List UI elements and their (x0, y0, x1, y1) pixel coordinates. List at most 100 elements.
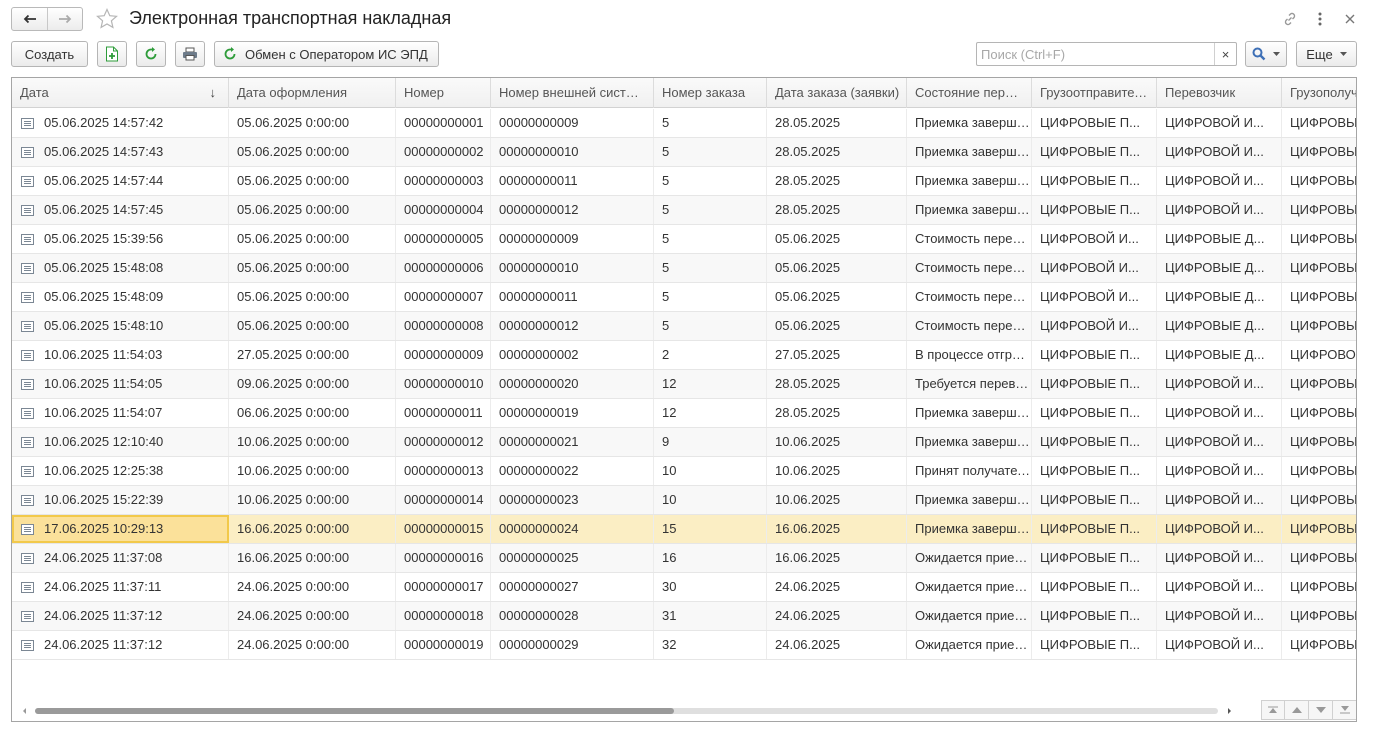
cell-transport-state[interactable]: Требуется перевозка (907, 370, 1032, 398)
documents-table[interactable]: Дата ↓ Дата оформления Номер Номер внешн… (11, 77, 1357, 722)
cell-order-date[interactable]: 16.06.2025 (767, 515, 907, 543)
cell-order-number[interactable]: 5 (654, 167, 767, 195)
cell-registration-date[interactable]: 24.06.2025 0:00:00 (229, 631, 396, 659)
cell-date[interactable]: 24.06.2025 11:37:12 (12, 602, 229, 630)
cell-registration-date[interactable]: 05.06.2025 0:00:00 (229, 138, 396, 166)
cell-date[interactable]: 24.06.2025 11:37:08 (12, 544, 229, 572)
cell-date[interactable]: 10.06.2025 11:54:03 (12, 341, 229, 369)
cell-number[interactable]: 00000000018 (396, 602, 491, 630)
column-header-date[interactable]: Дата ↓ (12, 78, 229, 108)
table-row[interactable]: 05.06.2025 15:39:56 05.06.2025 0:00:00 000… (12, 225, 1356, 254)
create-button[interactable]: Создать (11, 41, 88, 67)
cell-transport-state[interactable]: Ожидается приемка (907, 631, 1032, 659)
cell-date[interactable]: 05.06.2025 15:48:10 (12, 312, 229, 340)
cell-order-date[interactable]: 24.06.2025 (767, 631, 907, 659)
cell-order-number[interactable]: 5 (654, 196, 767, 224)
cell-consignee[interactable]: ЦИФРОВЫЕ (1282, 283, 1356, 311)
cell-carrier[interactable]: ЦИФРОВЫЕ Д... (1157, 341, 1282, 369)
cell-order-number[interactable]: 5 (654, 225, 767, 253)
column-header-number[interactable]: Номер (396, 78, 491, 108)
cell-external-number[interactable]: 00000000011 (491, 283, 654, 311)
cell-external-number[interactable]: 00000000009 (491, 225, 654, 253)
cell-carrier[interactable]: ЦИФРОВЫЕ Д... (1157, 312, 1282, 340)
cell-order-date[interactable]: 10.06.2025 (767, 486, 907, 514)
cell-shipper[interactable]: ЦИФРОВЫЕ П... (1032, 457, 1157, 485)
cell-consignee[interactable]: ЦИФРОВЫЕ (1282, 312, 1356, 340)
forward-button[interactable] (47, 8, 82, 30)
cell-order-date[interactable]: 28.05.2025 (767, 196, 907, 224)
cell-transport-state[interactable]: Стоимость перевозки (907, 312, 1032, 340)
cell-external-number[interactable]: 00000000002 (491, 341, 654, 369)
cell-date[interactable]: 05.06.2025 15:48:08 (12, 254, 229, 282)
cell-consignee[interactable]: ЦИФРОВЫЕ (1282, 544, 1356, 572)
cell-order-date[interactable]: 05.06.2025 (767, 254, 907, 282)
cell-shipper[interactable]: ЦИФРОВЫЕ П... (1032, 544, 1157, 572)
cell-date[interactable]: 24.06.2025 11:37:11 (12, 573, 229, 601)
cell-registration-date[interactable]: 09.06.2025 0:00:00 (229, 370, 396, 398)
cell-external-number[interactable]: 00000000028 (491, 602, 654, 630)
cell-carrier[interactable]: ЦИФРОВОЙ И... (1157, 370, 1282, 398)
cell-order-date[interactable]: 28.05.2025 (767, 167, 907, 195)
column-header-shipper[interactable]: Грузоотправитель (1032, 78, 1157, 108)
table-row[interactable]: 05.06.2025 14:57:42 05.06.2025 0:00:00 000… (12, 109, 1356, 138)
favorite-star-button[interactable] (95, 7, 119, 31)
cell-order-number[interactable]: 5 (654, 283, 767, 311)
cell-number[interactable]: 00000000006 (396, 254, 491, 282)
cell-order-number[interactable]: 5 (654, 109, 767, 137)
cell-carrier[interactable]: ЦИФРОВОЙ И... (1157, 631, 1282, 659)
refresh-button[interactable] (136, 41, 166, 67)
table-row[interactable]: 05.06.2025 15:48:09 05.06.2025 0:00:00 000… (12, 283, 1356, 312)
cell-transport-state[interactable]: Приемка завершена (907, 515, 1032, 543)
cell-consignee[interactable]: ЦИФРОВЫЕ (1282, 428, 1356, 456)
cell-external-number[interactable]: 00000000020 (491, 370, 654, 398)
cell-consignee[interactable]: ЦИФРОВЫЕ (1282, 631, 1356, 659)
table-row[interactable]: 24.06.2025 11:37:12 24.06.2025 0:00:00 000… (12, 602, 1356, 631)
cell-order-number[interactable]: 9 (654, 428, 767, 456)
cell-number[interactable]: 00000000019 (396, 631, 491, 659)
cell-order-number[interactable]: 5 (654, 254, 767, 282)
cell-registration-date[interactable]: 05.06.2025 0:00:00 (229, 196, 396, 224)
cell-carrier[interactable]: ЦИФРОВОЙ И... (1157, 573, 1282, 601)
cell-registration-date[interactable]: 05.06.2025 0:00:00 (229, 312, 396, 340)
table-row[interactable]: 10.06.2025 15:22:39 10.06.2025 0:00:00 000… (12, 486, 1356, 515)
cell-order-date[interactable]: 28.05.2025 (767, 399, 907, 427)
exchange-operator-button[interactable]: Обмен с Оператором ИС ЭПД (214, 41, 439, 67)
cell-order-date[interactable]: 05.06.2025 (767, 312, 907, 340)
cell-transport-state[interactable]: Приемка завершена (907, 138, 1032, 166)
cell-number[interactable]: 00000000013 (396, 457, 491, 485)
cell-carrier[interactable]: ЦИФРОВОЙ И... (1157, 515, 1282, 543)
go-to-first-button[interactable] (1261, 700, 1285, 720)
print-button[interactable] (175, 41, 205, 67)
cell-number[interactable]: 00000000010 (396, 370, 491, 398)
cell-number[interactable]: 00000000001 (396, 109, 491, 137)
cell-transport-state[interactable]: В процессе отгрузки (907, 341, 1032, 369)
cell-consignee[interactable]: ЦИФРОВЫЕ (1282, 573, 1356, 601)
cell-transport-state[interactable]: Ожидается приемка (907, 573, 1032, 601)
more-menu-button[interactable]: Еще (1296, 41, 1357, 67)
cell-date[interactable]: 05.06.2025 14:57:42 (12, 109, 229, 137)
cell-order-date[interactable]: 05.06.2025 (767, 283, 907, 311)
cell-external-number[interactable]: 00000000010 (491, 138, 654, 166)
cell-registration-date[interactable]: 27.05.2025 0:00:00 (229, 341, 396, 369)
cell-consignee[interactable]: ЦИФРОВЫЕ (1282, 109, 1356, 137)
cell-external-number[interactable]: 00000000027 (491, 573, 654, 601)
cell-external-number[interactable]: 00000000024 (491, 515, 654, 543)
cell-date[interactable]: 24.06.2025 11:37:12 (12, 631, 229, 659)
cell-order-date[interactable]: 24.06.2025 (767, 573, 907, 601)
cell-order-number[interactable]: 16 (654, 544, 767, 572)
cell-external-number[interactable]: 00000000012 (491, 196, 654, 224)
cell-shipper[interactable]: ЦИФРОВОЙ И... (1032, 254, 1157, 282)
search-input[interactable] (977, 43, 1213, 65)
cell-transport-state[interactable]: Приемка завершена (907, 428, 1032, 456)
cell-registration-date[interactable]: 05.06.2025 0:00:00 (229, 167, 396, 195)
table-row[interactable]: 05.06.2025 14:57:43 05.06.2025 0:00:00 000… (12, 138, 1356, 167)
cell-number[interactable]: 00000000002 (396, 138, 491, 166)
cell-order-date[interactable]: 10.06.2025 (767, 457, 907, 485)
cell-number[interactable]: 00000000011 (396, 399, 491, 427)
cell-transport-state[interactable]: Приемка завершена (907, 196, 1032, 224)
cell-date[interactable]: 10.06.2025 11:54:05 (12, 370, 229, 398)
cell-registration-date[interactable]: 24.06.2025 0:00:00 (229, 602, 396, 630)
cell-external-number[interactable]: 00000000025 (491, 544, 654, 572)
cell-number[interactable]: 00000000005 (396, 225, 491, 253)
cell-consignee[interactable]: ЦИФРОВЫЕ (1282, 196, 1356, 224)
